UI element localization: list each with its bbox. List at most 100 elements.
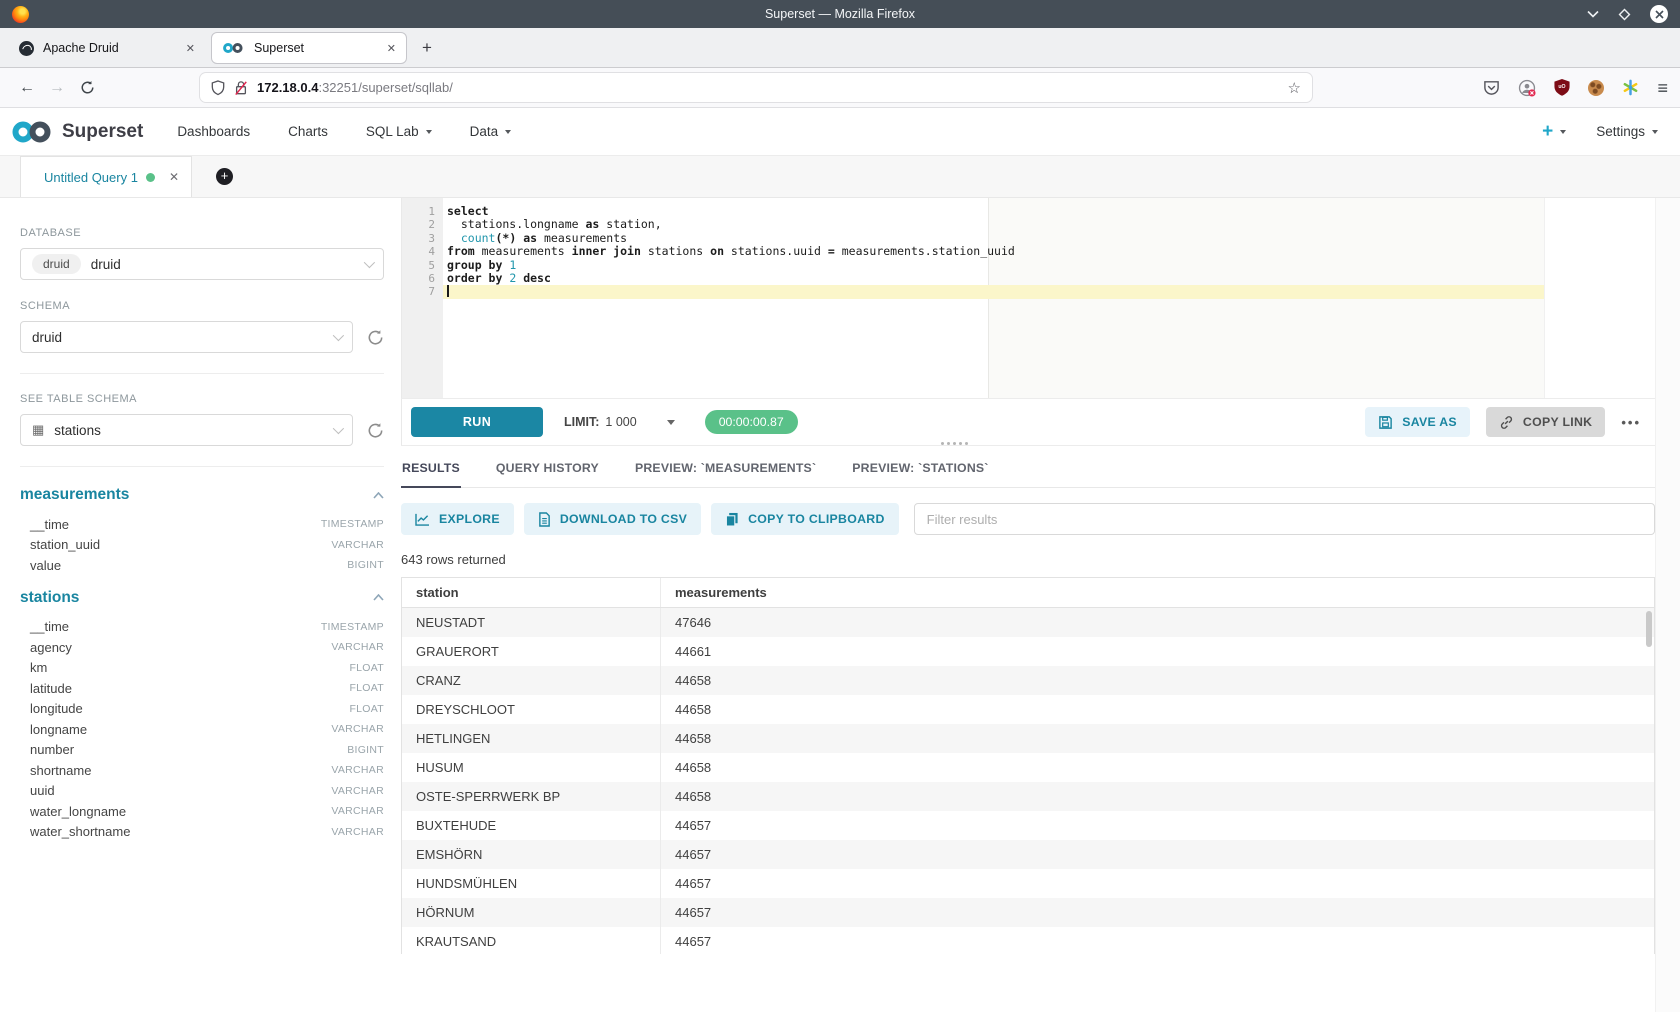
editor-code-area[interactable]: select stations.longname as station, cou… <box>443 198 1544 398</box>
nav-item-dashboards[interactable]: Dashboards <box>177 124 250 139</box>
tab-close-icon[interactable]: ✕ <box>387 42 396 55</box>
pocket-icon[interactable] <box>1483 79 1500 96</box>
insecure-lock-icon[interactable] <box>234 80 248 96</box>
query-tab-untitled-query-1[interactable]: Untitled Query 1 ✕ <box>20 156 192 197</box>
nav-item-label: Dashboards <box>177 124 250 139</box>
results-table: stationmeasurements NEUSTADT47646GRAUERO… <box>402 578 1654 954</box>
table-cell: 44657 <box>661 898 1655 927</box>
table-row: BUXTEHUDE44657 <box>402 811 1654 840</box>
database-select[interactable]: druid druid <box>20 248 384 280</box>
table-cell: GRAUERORT <box>402 637 661 666</box>
sql-editor[interactable]: 1234567 select stations.longname as stat… <box>401 198 1545 398</box>
save-as-button[interactable]: SAVE AS <box>1365 407 1470 437</box>
superset-favicon <box>222 41 245 55</box>
refresh-tables-icon[interactable] <box>367 422 384 439</box>
code-line[interactable]: select <box>443 205 1544 218</box>
schema-table-header[interactable]: measurements <box>20 486 384 504</box>
nav-items: Dashboards Charts SQL Lab Data <box>177 124 511 139</box>
tracking-shield-icon[interactable] <box>211 80 225 96</box>
minimize-icon[interactable] <box>1587 10 1599 18</box>
table-cell: CRANZ <box>402 666 661 695</box>
settings-menu[interactable]: Settings <box>1596 124 1658 139</box>
run-button[interactable]: RUN <box>411 407 543 437</box>
reload-icon[interactable] <box>72 80 102 95</box>
table-cell: 44661 <box>661 637 1655 666</box>
browser-tab-superset[interactable]: Superset ✕ <box>211 32 407 64</box>
column-name: longitude <box>30 701 83 716</box>
line-number: 6 <box>402 272 435 285</box>
table-scrollbar-thumb[interactable] <box>1646 611 1652 647</box>
results-tab-query-history[interactable]: QUERY HISTORY <box>495 455 600 487</box>
new-tab-button[interactable]: + <box>422 38 432 58</box>
url-bar[interactable]: 172.18.0.4:32251/superset/sqllab/ ☆ <box>200 73 1312 102</box>
limit-dropdown[interactable]: LIMIT: 1 000 <box>564 415 675 429</box>
column-type: FLOAT <box>349 703 384 715</box>
column-name: __time <box>30 619 69 634</box>
code-line[interactable]: group by 1 <box>443 259 1544 272</box>
table-cell: HUNDSMÜHLEN <box>402 869 661 898</box>
table-cell: 44657 <box>661 927 1655 954</box>
column-name: shortname <box>30 763 91 778</box>
code-token: station, <box>599 217 661 231</box>
column-type: BIGINT <box>347 744 384 756</box>
code-token: as <box>585 217 599 231</box>
code-token: group by <box>447 258 502 272</box>
maximize-icon[interactable] <box>1618 8 1631 21</box>
superset-brand[interactable]: Superset <box>62 121 143 143</box>
results-tab-preview-measurements[interactable]: PREVIEW: `MEASUREMENTS` <box>634 455 817 487</box>
column-type: BIGINT <box>347 559 384 571</box>
extension-asterisk-icon[interactable] <box>1622 79 1639 96</box>
code-line[interactable]: from measurements inner join stations on… <box>443 245 1544 258</box>
table-cell: OSTE-SPERRWERK BP <box>402 782 661 811</box>
nav-item-charts[interactable]: Charts <box>288 124 328 139</box>
close-window-button[interactable] <box>1650 5 1668 23</box>
firefox-window: Superset — Mozilla Firefox Apache Druid … <box>0 0 1680 1012</box>
filter-results-input[interactable] <box>914 503 1655 535</box>
code-line[interactable]: stations.longname as station, <box>443 218 1544 231</box>
table-row: OSTE-SPERRWERK BP44658 <box>402 782 1654 811</box>
explore-button[interactable]: EXPLORE <box>401 503 514 535</box>
back-icon[interactable]: ← <box>12 79 42 97</box>
add-query-tab-button[interactable]: + <box>216 168 233 185</box>
chevron-down-icon <box>426 130 432 134</box>
nav-item-data[interactable]: Data <box>470 124 512 139</box>
code-token: inner join <box>572 244 641 258</box>
table-select[interactable]: ▦ stations <box>20 414 353 446</box>
url-text[interactable]: 172.18.0.4:32251/superset/sqllab/ <box>257 80 453 95</box>
query-tab-close-icon[interactable]: ✕ <box>169 170 179 184</box>
table-row: GRAUERORT44661 <box>402 637 1654 666</box>
superset-navbar: Superset Dashboards Charts SQL Lab Data + S… <box>0 108 1680 156</box>
forward-icon[interactable]: → <box>42 79 72 97</box>
results-actions: EXPLORE DOWNLOAD TO CSV COPY TO CLIPBOAR… <box>401 503 1655 535</box>
browser-tab-apache-druid[interactable]: Apache Druid ✕ <box>9 32 205 64</box>
column-type: VARCHAR <box>331 641 384 653</box>
nav-item-sql-lab[interactable]: SQL Lab <box>366 124 432 139</box>
schema-table-header[interactable]: stations <box>20 589 384 607</box>
window-title: Superset — Mozilla Firefox <box>0 7 1680 21</box>
code-line[interactable]: order by 2 desc <box>443 272 1544 285</box>
schema-select[interactable]: druid <box>20 321 353 353</box>
query-timer-badge: 00:00:00.87 <box>705 410 798 434</box>
column-type: VARCHAR <box>331 723 384 735</box>
code-line[interactable]: count(*) as measurements <box>443 232 1544 245</box>
copy-to-clipboard-button[interactable]: COPY TO CLIPBOARD <box>711 503 899 535</box>
tab-close-icon[interactable]: ✕ <box>186 42 195 55</box>
download-csv-button[interactable]: DOWNLOAD TO CSV <box>524 503 701 535</box>
results-tab-preview-stations[interactable]: PREVIEW: `STATIONS` <box>851 455 989 487</box>
code-line[interactable] <box>443 285 1544 298</box>
copy-link-button[interactable]: COPY LINK <box>1486 407 1605 437</box>
superset-logo[interactable] <box>10 120 54 144</box>
add-new-button[interactable]: + <box>1542 122 1566 141</box>
cookie-icon[interactable] <box>1588 80 1604 96</box>
results-tab-results[interactable]: RESULTS <box>401 455 461 488</box>
code-token: measurements.station_uuid <box>835 244 1015 258</box>
account-icon[interactable] <box>1518 79 1536 97</box>
bookmark-star-icon[interactable]: ☆ <box>1288 79 1301 97</box>
save-icon <box>1378 415 1393 430</box>
more-options-icon[interactable]: ••• <box>1621 415 1641 430</box>
schema-value: druid <box>32 330 62 345</box>
refresh-schemas-icon[interactable] <box>367 329 384 346</box>
hamburger-menu-icon[interactable]: ≡ <box>1657 79 1668 97</box>
pane-resize-handle[interactable] <box>941 442 968 445</box>
ublock-origin-icon[interactable]: uO <box>1554 79 1570 96</box>
